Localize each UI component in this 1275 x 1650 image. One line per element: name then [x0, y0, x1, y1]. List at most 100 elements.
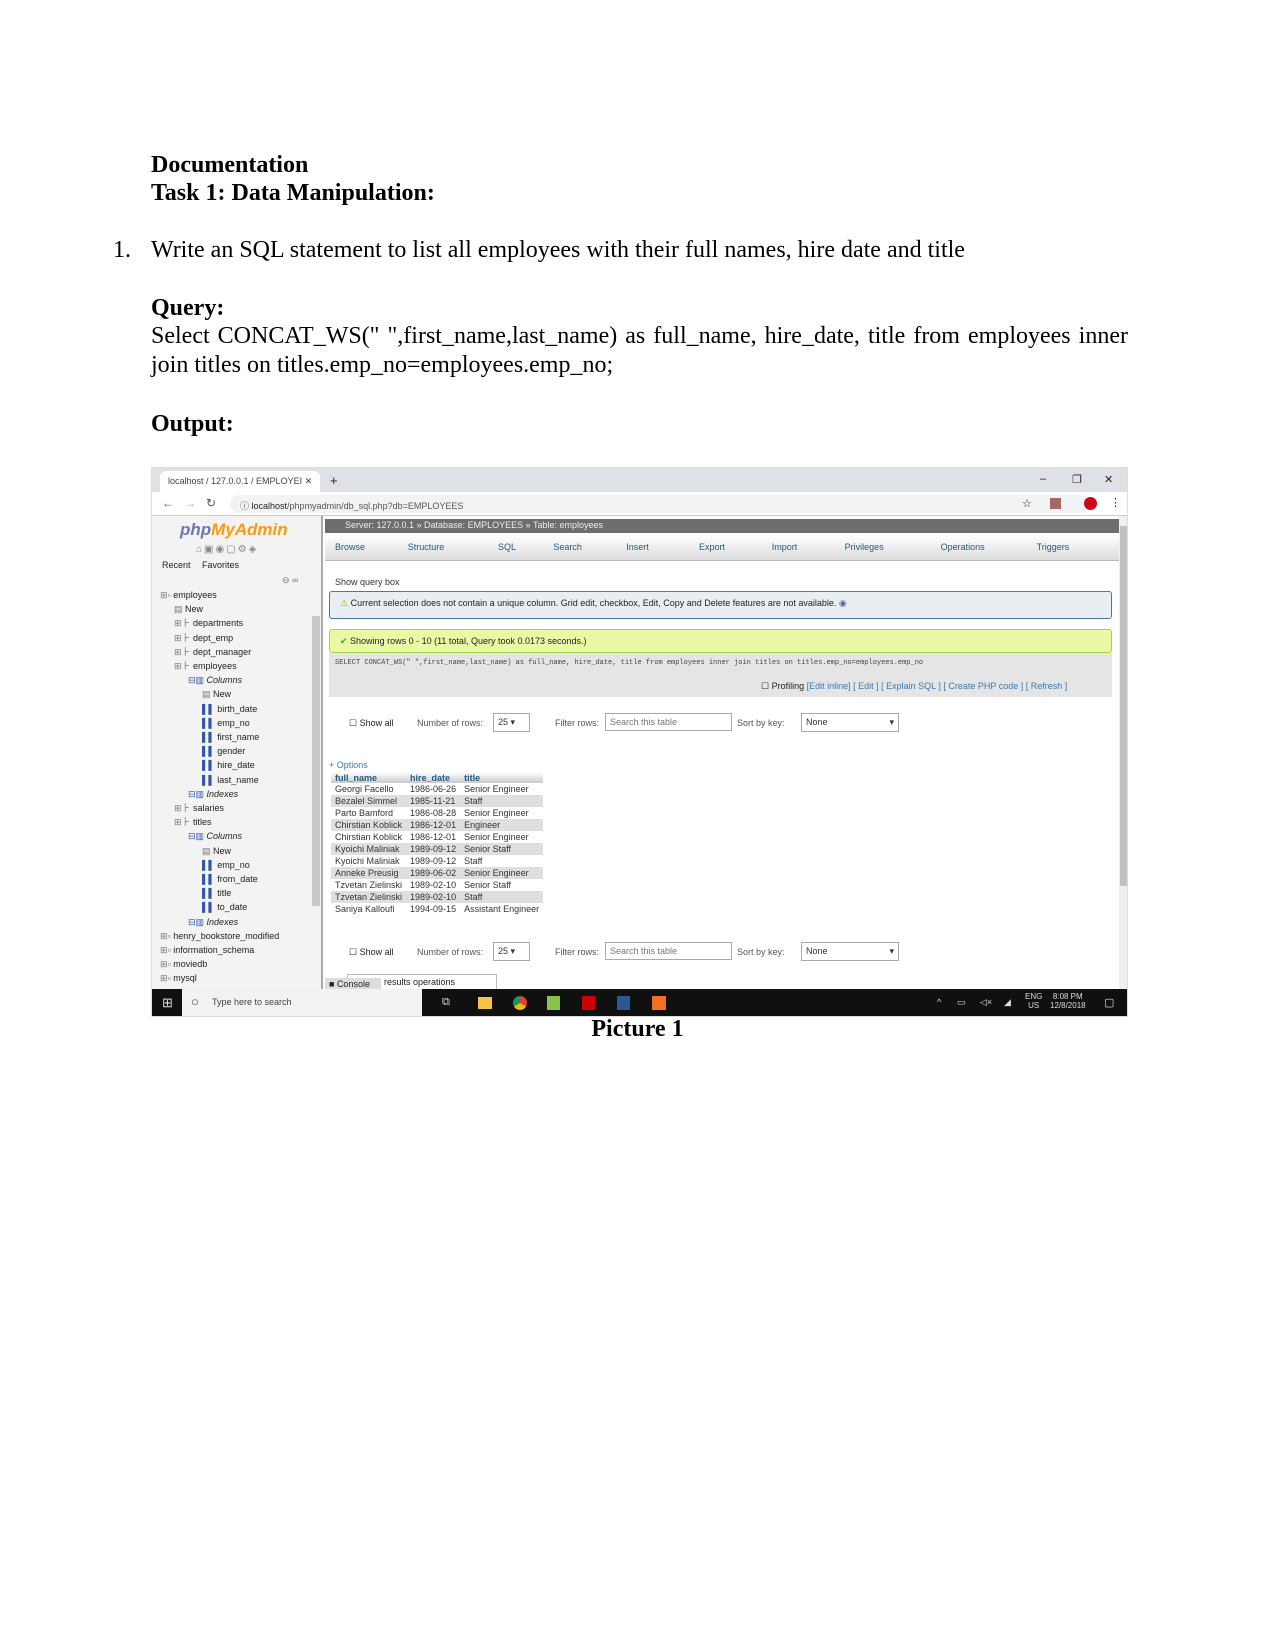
column-header[interactable]: full_name — [331, 772, 407, 783]
tree-item[interactable]: ⊟▥ Columns — [188, 673, 242, 687]
sort-by-key-select[interactable]: None ▾ — [801, 713, 899, 732]
wifi-icon[interactable]: ◢ — [1004, 997, 1011, 1008]
tab-privileges[interactable]: Privileges — [845, 542, 884, 552]
minimize-button[interactable]: – — [1040, 473, 1046, 485]
column-header[interactable]: hire_date — [406, 772, 461, 783]
tab-insert[interactable]: Insert — [626, 542, 649, 552]
forward-icon[interactable]: → — [184, 496, 196, 510]
table-cell: 1989-02-10 — [406, 891, 461, 903]
menu-icon[interactable]: ⋮ — [1110, 496, 1121, 509]
file-explorer-icon[interactable] — [478, 997, 492, 1009]
chrome-icon[interactable] — [513, 996, 527, 1010]
show-all-checkbox[interactable]: ☐ Show all — [349, 718, 394, 729]
task-view-icon[interactable]: ⧉ — [442, 996, 450, 1009]
tree-item[interactable]: ⊞▫ moviedb — [160, 957, 207, 971]
tray-chevron-icon[interactable]: ^ — [937, 997, 941, 1007]
tab-operations[interactable]: Operations — [941, 542, 985, 552]
navigation-panel: phpMyAdmin ⌂▣◉▢⚙◈ Recent Favorites ⊖ ∞ ⊞… — [152, 516, 323, 990]
browser-tab[interactable]: localhost / 127.0.0.1 / EMPLOYEI ✕ — [160, 471, 320, 492]
close-tab-icon[interactable]: ✕ — [305, 476, 313, 486]
tab-search[interactable]: Search — [553, 542, 582, 552]
query-links[interactable]: [Edit inline] [ Edit ] [ Explain SQL ] [… — [807, 681, 1068, 691]
tree-item[interactable]: ⊞▫ information_schema — [160, 943, 254, 957]
profiling-checkbox[interactable]: ☐ — [761, 681, 772, 691]
help-icon[interactable]: ◉ — [839, 598, 847, 608]
tree-item[interactable]: ⊞▫ henry_bookstore_modified — [160, 929, 279, 943]
tree-item[interactable]: ⊟▥ Indexes — [188, 915, 238, 929]
show-query-box-link[interactable]: Show query box — [335, 577, 400, 587]
pdf-extension-icon[interactable] — [1050, 498, 1061, 509]
table-cell: 1986-08-28 — [410, 808, 457, 818]
breadcrumb[interactable]: Server: 127.0.0.1 » Database: EMPLOYEES … — [325, 519, 1119, 533]
table-cell: Staff — [460, 891, 544, 903]
tree-item[interactable]: ⊞⺊ dept_emp — [174, 631, 233, 645]
tree-item[interactable]: ⊞⺊ departments — [174, 616, 243, 630]
tree-item[interactable]: ▌▌ birth_date — [202, 702, 257, 716]
filter-rows-input[interactable]: Search this table — [605, 713, 732, 731]
col-icon: ▌▌ — [202, 746, 218, 757]
tree-item[interactable]: ▤ New — [202, 844, 231, 858]
rows-select[interactable]: 25 ▾ — [493, 713, 530, 732]
tab-triggers[interactable]: Triggers — [1037, 542, 1070, 552]
notepad-icon[interactable] — [547, 996, 560, 1010]
table-row: Anneke Preusig 1989-06-02 Senior Engineer — [331, 867, 544, 879]
rows-select-bottom[interactable]: 25 ▾ — [493, 942, 530, 961]
battery-icon[interactable]: ▭ — [957, 997, 966, 1008]
tree-item[interactable]: ⊞▫ mysql — [160, 971, 197, 985]
tree-item[interactable]: ⊟▥ Indexes — [188, 787, 238, 801]
clock[interactable]: 8:08 PM 12/8/2018 — [1050, 992, 1086, 1010]
tree-item[interactable]: ⊞⺊ titles — [174, 815, 212, 829]
table-cell: Senior Engineer — [460, 867, 544, 879]
favorites-tab[interactable]: Favorites — [202, 560, 239, 570]
tree-item[interactable]: ▌▌ first_name — [202, 730, 259, 744]
close-window-button[interactable]: ✕ — [1104, 473, 1113, 486]
table-cell: Senior Staff — [464, 880, 511, 890]
address-bar[interactable]: ⓘ localhost/phpmyadmin/db_sql.php?db=EMP… — [230, 495, 1090, 513]
tree-item[interactable]: ▌▌ hire_date — [202, 758, 255, 772]
volume-muted-icon[interactable]: ◁× — [980, 997, 992, 1008]
show-all-checkbox-bottom[interactable]: ☐ Show all — [349, 947, 394, 958]
language-indicator[interactable]: ENG US — [1025, 992, 1042, 1010]
collapse-all-icon[interactable]: ⊖ ∞ — [282, 575, 298, 586]
column-header[interactable]: title — [460, 772, 544, 783]
tree-item[interactable]: ▌▌ emp_no — [202, 858, 250, 872]
tab-browse[interactable]: Browse — [335, 542, 365, 552]
restore-button[interactable]: ❐ — [1072, 473, 1082, 486]
main-scrollbar[interactable] — [1119, 516, 1127, 990]
tree-item[interactable]: ⊞⺊ employees — [174, 659, 237, 673]
tab-import[interactable]: Import — [772, 542, 798, 552]
tab-structure[interactable]: Structure — [408, 542, 445, 552]
taskbar-search[interactable]: ○ Type here to search — [182, 989, 422, 1016]
back-icon[interactable]: ← — [162, 496, 174, 510]
new-tab-button[interactable]: + — [330, 473, 338, 488]
notifications-icon[interactable]: ▢ — [1104, 996, 1114, 1009]
tab-export[interactable]: Export — [699, 542, 725, 552]
tree-item[interactable]: ▌▌ title — [202, 886, 231, 900]
word-icon[interactable] — [617, 996, 630, 1010]
tree-item[interactable]: ⊞▫ employees — [160, 588, 217, 602]
tab-sql[interactable]: SQL — [498, 542, 516, 552]
nav-scrollbar[interactable] — [312, 616, 320, 906]
tree-item[interactable]: ⊞⺊ dept_manager — [174, 645, 251, 659]
profile-avatar[interactable] — [1084, 497, 1097, 510]
tree-item[interactable]: ⊞⺊ salaries — [174, 801, 224, 815]
nav-icons[interactable]: ⌂▣◉▢⚙◈ — [196, 544, 258, 555]
tree-item[interactable]: ▌▌ gender — [202, 744, 245, 758]
star-icon[interactable]: ☆ — [1022, 497, 1032, 510]
tree-item[interactable]: ▌▌ last_name — [202, 773, 259, 787]
tree-item[interactable]: ▤ New — [202, 687, 231, 701]
sort-by-key-select-bottom[interactable]: None ▾ — [801, 942, 899, 961]
options-link[interactable]: + Options — [329, 760, 368, 770]
tree-item[interactable]: ▌▌ from_date — [202, 872, 258, 886]
xampp-icon[interactable] — [652, 996, 666, 1010]
tree-item[interactable]: ⊟▥ Columns — [188, 829, 242, 843]
tree-item[interactable]: ▌▌ emp_no — [202, 716, 250, 730]
reload-icon[interactable]: ↻ — [206, 496, 216, 510]
table-tabs: Browse Structure SQL Search Insert Export Impo… — [325, 535, 1119, 561]
recent-tab[interactable]: Recent — [162, 560, 191, 570]
filter-rows-input-bottom[interactable]: Search this table — [605, 942, 732, 960]
tree-item[interactable]: ▌▌ to_date — [202, 900, 247, 914]
tree-item[interactable]: ▤ New — [174, 602, 203, 616]
windows-start-icon[interactable]: ⊞ — [162, 995, 173, 1011]
acrobat-icon[interactable] — [582, 996, 595, 1010]
